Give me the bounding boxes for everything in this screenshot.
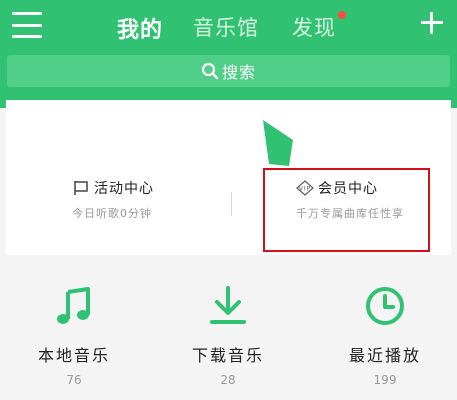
activity-center-button[interactable]: 活动中心 今日听歌0分钟 xyxy=(72,178,212,238)
tab-music-hall[interactable]: 音乐馆 xyxy=(193,12,259,42)
search-icon xyxy=(201,62,219,80)
local-music-shortcut[interactable]: 本地音乐 76 xyxy=(14,284,134,387)
top-header: 我的 音乐馆 发现 搜索 xyxy=(0,0,457,108)
vip-badge-icon: VIP xyxy=(296,180,314,196)
download-music-label: 下载音乐 xyxy=(191,346,264,365)
vip-center-subtitle: 千万专属曲库任性享 xyxy=(296,207,404,220)
recent-play-label: 最近播放 xyxy=(348,346,421,365)
download-music-count: 28 xyxy=(220,373,236,387)
recent-play-shortcut[interactable]: 最近播放 199 xyxy=(325,284,445,387)
music-note-icon xyxy=(57,287,90,324)
svg-text:VIP: VIP xyxy=(299,186,312,193)
app-root: 我的 音乐馆 发现 搜索 活动中心 今日听歌0分钟 VIP 会员中心 千万专属曲… xyxy=(0,0,457,400)
activity-center-subtitle: 今日听歌0分钟 xyxy=(72,207,152,220)
search-label: 搜索 xyxy=(221,63,256,82)
vip-center-title: 会员中心 xyxy=(318,181,378,197)
clock-icon xyxy=(366,287,404,325)
tab-mine[interactable]: 我的 xyxy=(117,12,163,44)
vip-center-button[interactable]: VIP 会员中心 千万专属曲库任性享 xyxy=(296,178,436,238)
account-card: 活动中心 今日听歌0分钟 VIP 会员中心 千万专属曲库任性享 xyxy=(6,100,451,255)
download-icon xyxy=(210,286,246,324)
recent-play-count: 199 xyxy=(373,373,397,387)
plus-icon[interactable] xyxy=(419,10,445,36)
local-music-count: 76 xyxy=(66,373,82,387)
card-divider xyxy=(231,192,232,216)
notification-dot xyxy=(338,11,346,19)
flag-icon xyxy=(74,181,88,195)
download-music-shortcut[interactable]: 下载音乐 28 xyxy=(168,284,288,387)
hamburger-menu-icon[interactable] xyxy=(12,12,42,38)
activity-center-title: 活动中心 xyxy=(94,181,154,197)
search-bar[interactable]: 搜索 xyxy=(7,55,450,87)
leaf-pin-icon xyxy=(263,120,293,166)
tab-discover[interactable]: 发现 xyxy=(292,12,336,42)
local-music-label: 本地音乐 xyxy=(37,346,110,365)
